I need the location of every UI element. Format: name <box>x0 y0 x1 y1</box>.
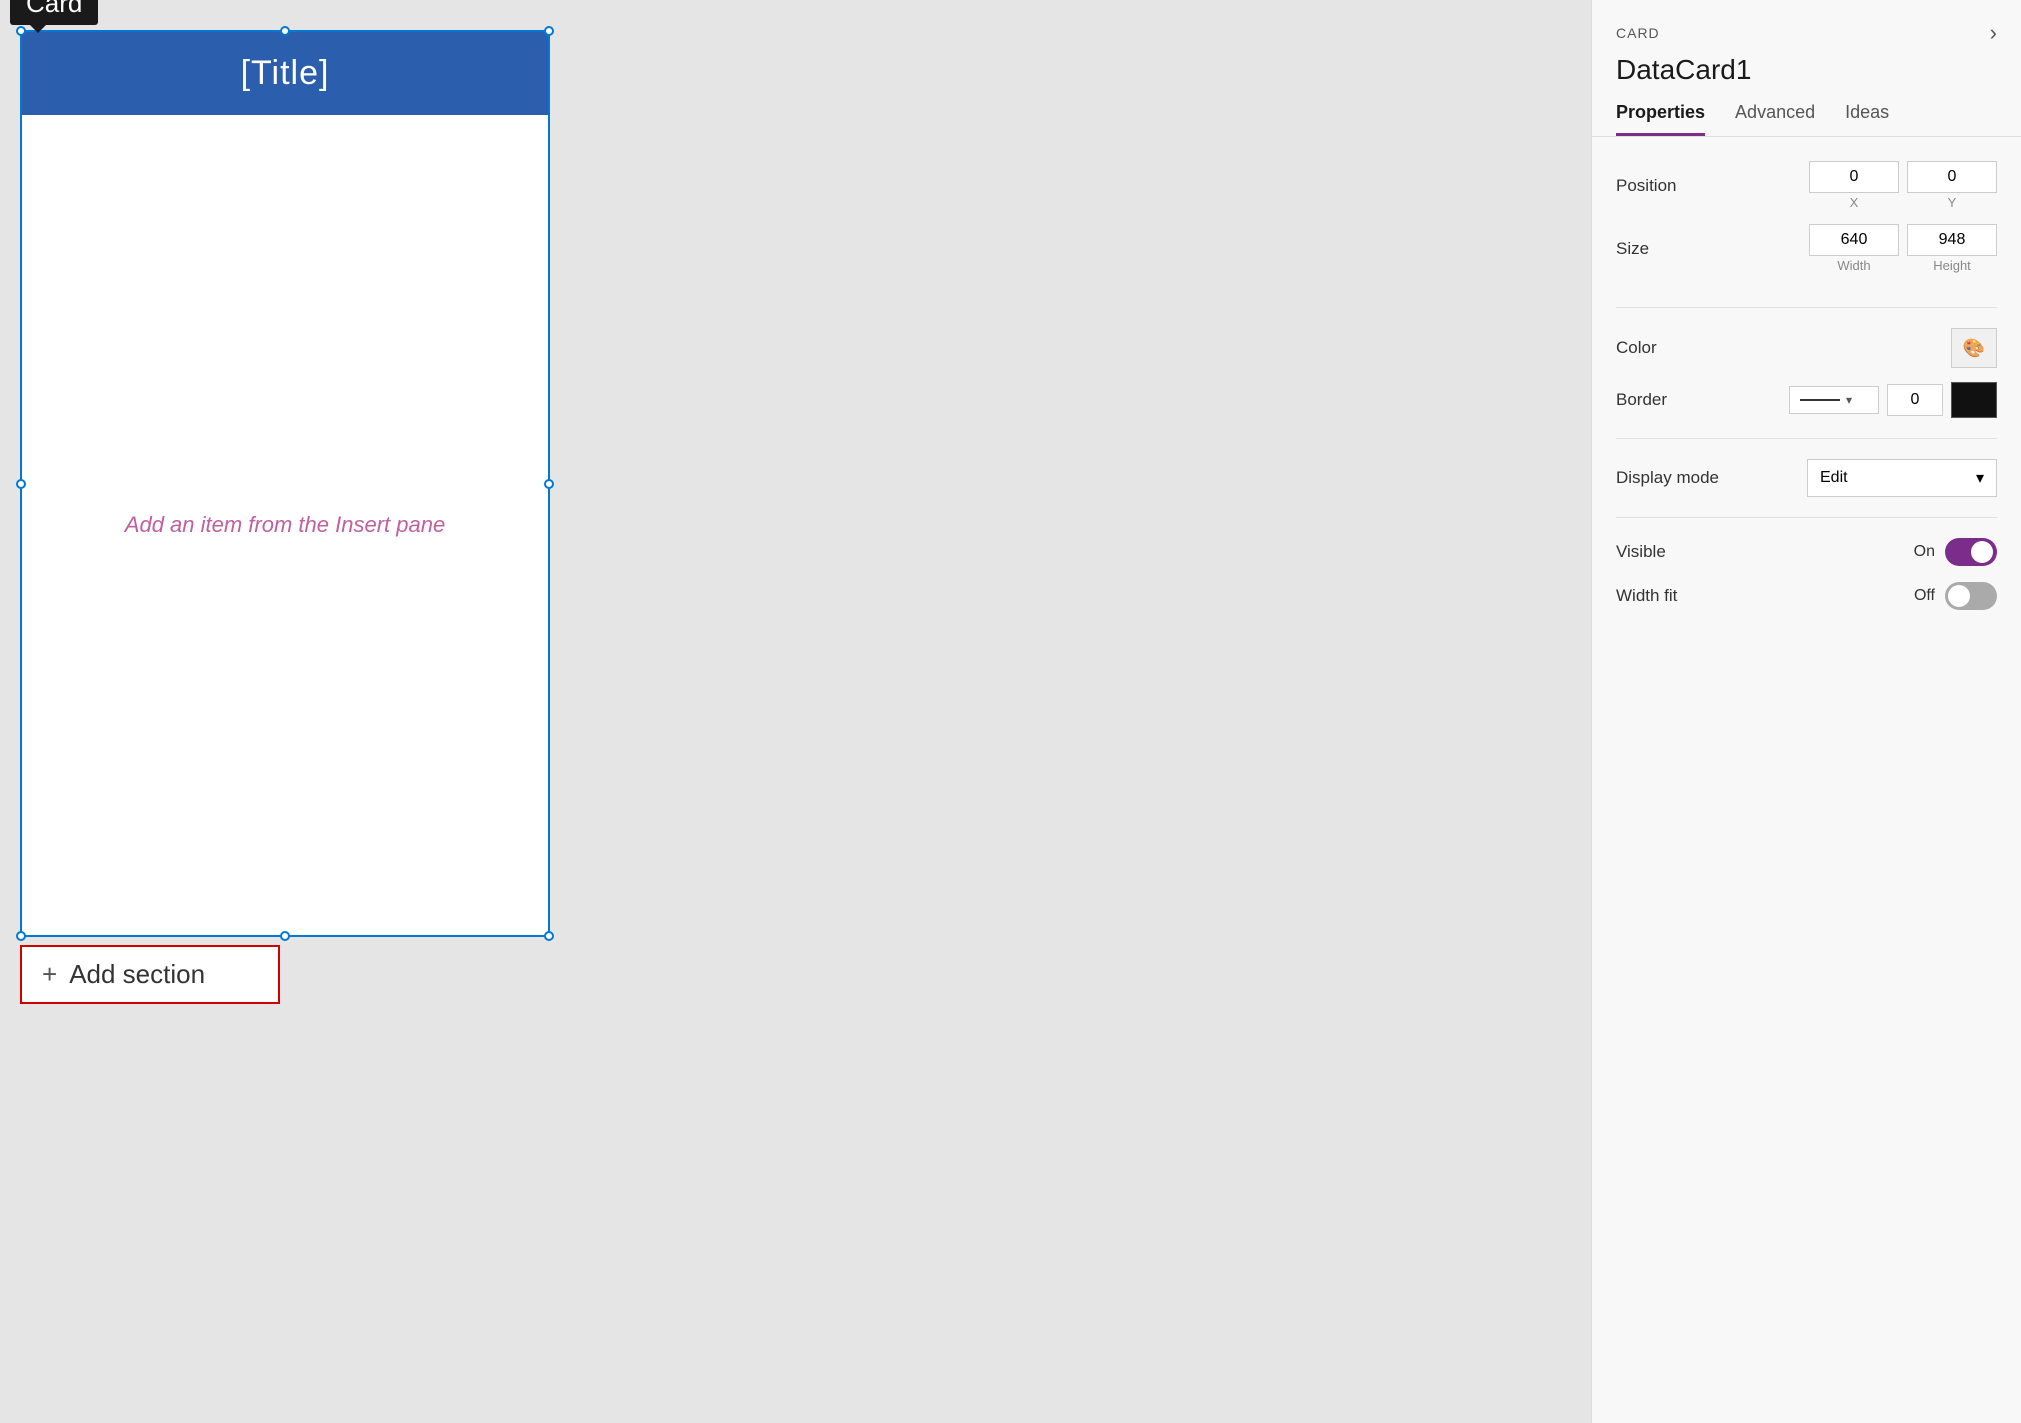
card-wrapper: Card [Title] Add an item from the Insert… <box>20 30 550 1004</box>
right-panel: CARD › DataCard1 Properties Advanced Ide… <box>1591 0 2021 1423</box>
color-swatch-button[interactable]: 🎨 <box>1951 328 1997 368</box>
card-body: Add an item from the Insert pane <box>22 115 548 935</box>
position-row: Position X Y <box>1616 161 1997 210</box>
width-fit-toggle-group: Off <box>1914 582 1997 610</box>
border-value-input[interactable] <box>1887 384 1943 416</box>
tab-advanced[interactable]: Advanced <box>1735 102 1815 136</box>
handle-bottom-right[interactable] <box>544 931 554 941</box>
visible-toggle-text: On <box>1914 543 1935 561</box>
position-inputs: X Y <box>1809 161 1997 210</box>
display-mode-chevron-icon: ▾ <box>1976 468 1984 488</box>
size-height-group: Height <box>1907 224 1997 273</box>
add-section-plus-icon: + <box>42 959 57 990</box>
card-container[interactable]: [Title] Add an item from the Insert pane <box>20 30 550 937</box>
display-mode-select[interactable]: Edit ▾ <box>1807 459 1997 497</box>
position-x-input[interactable] <box>1809 161 1899 193</box>
size-label: Size <box>1616 239 1649 259</box>
position-label: Position <box>1616 176 1676 196</box>
panel-title: DataCard1 <box>1592 46 2021 86</box>
display-mode-row: Display mode Edit ▾ <box>1616 459 1997 497</box>
add-section-label: Add section <box>69 959 205 990</box>
tab-ideas[interactable]: Ideas <box>1845 102 1889 136</box>
size-width-input[interactable] <box>1809 224 1899 256</box>
canvas-area: Card [Title] Add an item from the Insert… <box>0 0 1591 1423</box>
panel-content: Position X Y Size <box>1592 137 2021 650</box>
display-mode-label: Display mode <box>1616 468 1719 488</box>
position-y-group: Y <box>1907 161 1997 210</box>
panel-card-type: CARD <box>1616 25 1660 41</box>
card-tooltip-label: Card <box>10 0 98 25</box>
card-placeholder: Add an item from the Insert pane <box>125 512 445 538</box>
border-line-preview <box>1800 399 1840 401</box>
border-row: Border ▾ <box>1616 382 1997 418</box>
size-width-label: Width <box>1837 258 1870 273</box>
color-row: Color 🎨 <box>1616 328 1997 368</box>
visible-toggle[interactable] <box>1945 538 1997 566</box>
border-style-select[interactable]: ▾ <box>1789 386 1879 414</box>
width-fit-toggle[interactable] <box>1945 582 1997 610</box>
color-picker-icon: 🎨 <box>1963 338 1985 359</box>
handle-bottom-center[interactable] <box>280 931 290 941</box>
handle-top-left[interactable] <box>16 26 26 36</box>
size-width-group: Width <box>1809 224 1899 273</box>
color-label: Color <box>1616 338 1657 358</box>
visible-toggle-group: On <box>1914 538 1997 566</box>
border-label: Border <box>1616 390 1667 410</box>
display-mode-value: Edit <box>1820 469 1848 487</box>
tab-properties[interactable]: Properties <box>1616 102 1705 136</box>
card-header: [Title] <box>22 32 548 115</box>
size-row: Size Width Height <box>1616 224 1997 273</box>
position-x-label: X <box>1850 195 1859 210</box>
position-y-input[interactable] <box>1907 161 1997 193</box>
handle-middle-left[interactable] <box>16 479 26 489</box>
position-x-group: X <box>1809 161 1899 210</box>
position-section: Position X Y Size <box>1616 161 1997 308</box>
position-y-label: Y <box>1948 195 1957 210</box>
add-section-button[interactable]: + Add section <box>20 945 280 1004</box>
size-height-input[interactable] <box>1907 224 1997 256</box>
border-style-chevron: ▾ <box>1846 393 1852 407</box>
visible-row: Visible On <box>1616 538 1997 566</box>
handle-bottom-left[interactable] <box>16 931 26 941</box>
panel-close-button[interactable]: › <box>1990 20 1997 46</box>
visible-label: Visible <box>1616 542 1666 562</box>
handle-top-center[interactable] <box>280 26 290 36</box>
handle-middle-right[interactable] <box>544 479 554 489</box>
color-border-section: Color 🎨 Border ▾ <box>1616 328 1997 439</box>
border-color-swatch[interactable] <box>1951 382 1997 418</box>
size-inputs: Width Height <box>1809 224 1997 273</box>
divider-1 <box>1616 517 1997 518</box>
width-fit-label: Width fit <box>1616 586 1677 606</box>
border-controls: ▾ <box>1789 382 1997 418</box>
handle-top-right[interactable] <box>544 26 554 36</box>
width-fit-row: Width fit Off <box>1616 582 1997 610</box>
size-height-label: Height <box>1933 258 1971 273</box>
panel-tabs: Properties Advanced Ideas <box>1592 102 2021 137</box>
panel-header: CARD › <box>1592 0 2021 46</box>
width-fit-toggle-text: Off <box>1914 587 1935 605</box>
